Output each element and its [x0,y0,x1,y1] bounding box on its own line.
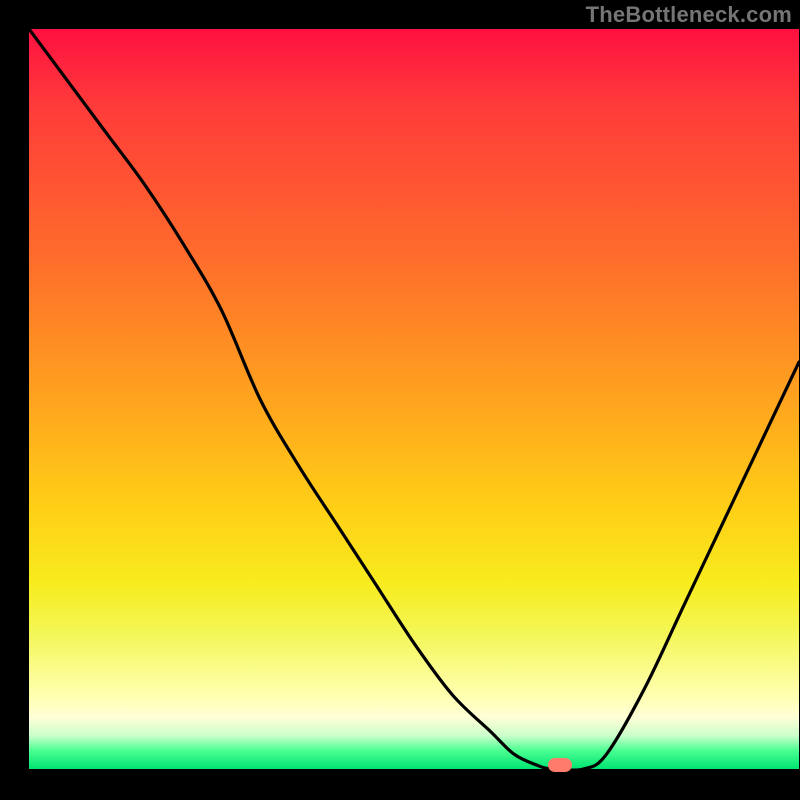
watermark-label: TheBottleneck.com [586,2,792,28]
bottleneck-curve [29,29,799,769]
optimal-point-marker [548,758,572,772]
curve-path [29,29,799,769]
chart-frame: TheBottleneck.com [0,0,800,800]
plot-area [29,29,799,769]
